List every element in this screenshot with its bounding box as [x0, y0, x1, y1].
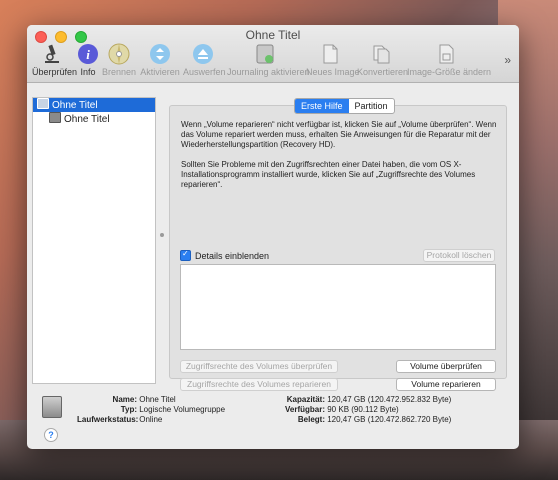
info-right: Kapazität: 120,47 GB (120.472.952.832 By… — [284, 395, 452, 424]
toolbar-resize-image[interactable]: Image-Größe ändern — [407, 43, 491, 77]
new-image-icon — [323, 44, 338, 64]
tab-bar: Erste Hilfe Partition — [294, 98, 395, 114]
convert-icon — [373, 45, 390, 64]
show-details-checkbox[interactable]: Details einblenden — [180, 249, 269, 261]
help-paragraph-permissions: Sollten Sie Probleme mit den Zugriffsrec… — [181, 160, 476, 189]
verify-volume-button[interactable]: Volume überprüfen — [396, 360, 496, 373]
svg-text:i: i — [86, 47, 90, 62]
info-icon: i — [78, 44, 98, 64]
repair-permissions-button[interactable]: Zugriffsrechte des Volumes reparieren — [180, 378, 338, 391]
eject-icon — [193, 44, 213, 64]
mount-icon — [150, 44, 170, 64]
resize-image-icon — [439, 44, 454, 64]
log-output-area[interactable] — [180, 264, 496, 350]
sidebar-item-volume-group[interactable]: Ohne Titel — [33, 98, 155, 112]
toolbar-new-image[interactable]: Neues Image — [306, 43, 360, 77]
disk-icon — [37, 98, 49, 109]
verify-permissions-button[interactable]: Zugriffsrechte des Volumes überprüfen — [180, 360, 338, 373]
toolbar-burn[interactable]: Brennen — [102, 43, 136, 77]
volume-icon — [49, 112, 61, 123]
journaling-icon — [256, 44, 274, 64]
tab-first-aid[interactable]: Erste Hilfe — [295, 99, 349, 113]
sidebar-item-volume[interactable]: Ohne Titel — [33, 112, 155, 126]
toolbar-info[interactable]: i Info — [77, 43, 99, 77]
help-text: Wenn „Volume reparieren“ nicht verfügbar… — [181, 120, 499, 200]
help-question-icon[interactable]: ? — [44, 428, 58, 442]
toolbar-enable-journaling[interactable]: Journaling aktivieren — [227, 43, 310, 77]
help-paragraph-repair: Wenn „Volume reparieren“ nicht verfügbar… — [181, 120, 497, 149]
disk-list-sidebar[interactable]: Ohne Titel Ohne Titel — [32, 97, 156, 384]
toolbar-verify[interactable]: Überprüfen — [32, 43, 77, 77]
split-view-handle[interactable] — [160, 233, 164, 237]
checkbox-checked-icon[interactable] — [180, 249, 191, 261]
toolbar-mount[interactable]: Aktivieren — [140, 43, 180, 77]
titlebar: Ohne Titel Überprüfen i Info Brennen Akt… — [27, 25, 519, 83]
toolbar-convert[interactable]: Konvertieren — [357, 43, 408, 77]
repair-volume-button[interactable]: Volume reparieren — [396, 378, 496, 391]
tab-partition[interactable]: Partition — [349, 99, 394, 113]
burn-disc-icon — [108, 43, 130, 65]
disk-utility-window: Ohne Titel Überprüfen i Info Brennen Akt… — [27, 25, 519, 449]
toolbar-eject[interactable]: Auswerfen — [183, 43, 226, 77]
hard-drive-icon — [42, 396, 62, 418]
info-left: Name: Ohne Titel Typ: Logische Volumegru… — [77, 395, 226, 424]
window-title: Ohne Titel — [245, 28, 301, 42]
clear-log-button[interactable]: Protokoll löschen — [423, 249, 495, 262]
toolbar-overflow-chevron-icon[interactable]: » — [504, 53, 511, 67]
microscope-icon — [45, 44, 59, 63]
first-aid-panel: Erste Hilfe Partition Wenn „Volume repar… — [169, 98, 507, 391]
